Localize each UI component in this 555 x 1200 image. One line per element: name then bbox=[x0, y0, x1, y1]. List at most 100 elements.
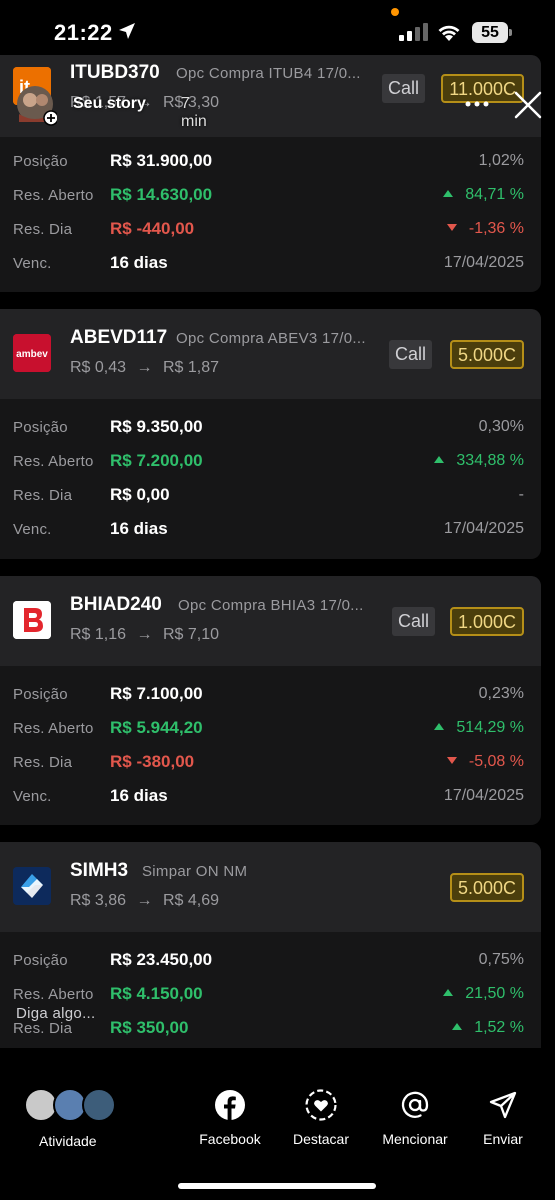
row-label: Res. Dia bbox=[13, 221, 73, 238]
price-to: R$ 7,10 bbox=[162, 626, 219, 643]
row-label: Posição bbox=[13, 686, 68, 703]
row-pct-text: -5,08 % bbox=[468, 753, 524, 770]
row-pct: 1,02% bbox=[478, 152, 524, 169]
row-value: R$ 0,00 bbox=[110, 485, 170, 504]
row-res-aberto: Res. Aberto R$ 5.944,20 514,29 % bbox=[0, 711, 541, 745]
activity-button[interactable]: Atividade bbox=[24, 1088, 124, 1149]
row-label: Posição bbox=[13, 419, 68, 436]
row-value: 16 dias bbox=[110, 786, 168, 805]
row-label: Res. Aberto bbox=[13, 720, 94, 737]
send-label: Enviar bbox=[483, 1131, 523, 1147]
facebook-button[interactable]: Facebook bbox=[196, 1088, 264, 1147]
row-pct: 17/04/2025 bbox=[443, 254, 524, 271]
row-res-dia: Res. Dia R$ 0,00 - bbox=[0, 478, 541, 512]
row-pct: 334,88 % bbox=[434, 452, 524, 470]
row-label: Res. Aberto bbox=[13, 986, 94, 1003]
card-ticker: SIMH3 bbox=[70, 860, 129, 881]
story-user-header[interactable]: Seu story 7 min bbox=[17, 84, 217, 130]
row-res-dia: Res. Dia R$ -440,00 -1,36 % bbox=[0, 212, 541, 246]
activity-label: Atividade bbox=[39, 1133, 97, 1149]
row-pct-text: -1,36 % bbox=[468, 220, 524, 237]
story-avatar[interactable] bbox=[17, 84, 59, 126]
home-indicator[interactable] bbox=[178, 1183, 376, 1189]
row-value: 16 dias bbox=[110, 253, 168, 272]
row-pct: 0,23% bbox=[478, 685, 524, 702]
viewer-avatar bbox=[82, 1088, 116, 1122]
row-venc: Venc. 16 dias 17/04/2025 bbox=[0, 512, 541, 546]
trend-up-icon bbox=[434, 456, 445, 463]
send-button[interactable]: Enviar bbox=[480, 1088, 526, 1147]
row-pct-text: 334,88 % bbox=[456, 452, 524, 469]
row-pct: 17/04/2025 bbox=[443, 520, 524, 537]
row-pct: 17/04/2025 bbox=[443, 787, 524, 804]
row-pct-text: 514,29 % bbox=[456, 719, 524, 736]
status-bar: 21:22 55 bbox=[0, 0, 555, 62]
mention-button[interactable]: Mencionar bbox=[378, 1088, 452, 1147]
row-label: Res. Aberto bbox=[13, 453, 94, 470]
card-description: Opc Compra ITUB4 17/0... bbox=[176, 65, 361, 82]
row-pct-text: 84,71 % bbox=[465, 186, 524, 203]
row-value: R$ 5.944,20 bbox=[110, 718, 203, 737]
card-description: Simpar ON NM bbox=[142, 863, 248, 880]
row-label: Res. Dia bbox=[13, 1020, 73, 1037]
card-rows: Posição R$ 7.100,00 0,23% Res. Aberto R$… bbox=[0, 666, 541, 813]
row-pct: - bbox=[518, 486, 524, 503]
row-posicao: Posição R$ 23.450,00 0,75% bbox=[0, 943, 541, 977]
row-res-dia: Res. Dia R$ -380,00 -5,08 % bbox=[0, 745, 541, 779]
card-header: ambev ABEVD117 Opc Compra ABEV3 17/0... … bbox=[0, 309, 541, 399]
mention-at-icon bbox=[401, 1091, 429, 1118]
price-to: R$ 4,69 bbox=[162, 892, 219, 909]
option-type-badge: Call bbox=[392, 607, 436, 636]
row-pct: -1,36 % bbox=[446, 220, 524, 238]
more-options-icon[interactable] bbox=[464, 100, 490, 108]
position-card-bhiad240[interactable]: BHIAD240 Opc Compra BHIA3 17/0... R$ 1,1… bbox=[0, 576, 541, 825]
row-posicao: Posição R$ 31.900,00 1,02% bbox=[0, 144, 541, 178]
row-pct: 0,30% bbox=[478, 418, 524, 435]
story-action-bar: Atividade Facebook Destacar Mencionar En… bbox=[0, 1048, 555, 1200]
row-value: R$ -380,00 bbox=[110, 752, 195, 771]
row-label: Venc. bbox=[13, 521, 52, 538]
row-value: R$ 7.200,00 bbox=[110, 451, 203, 470]
highlight-heart-icon bbox=[305, 1089, 337, 1121]
row-res-aberto: Res. Aberto R$ 14.630,00 84,71 % bbox=[0, 178, 541, 212]
card-ticker: ITUBD370 bbox=[70, 62, 160, 83]
card-price-range: R$ 3,86 → R$ 4,69 bbox=[70, 892, 219, 910]
row-pct-text: 1,52 % bbox=[474, 1019, 524, 1036]
close-icon[interactable] bbox=[513, 90, 543, 120]
price-to: R$ 1,87 bbox=[162, 359, 219, 376]
row-pct: 0,75% bbox=[478, 951, 524, 968]
card-rows: Posição R$ 9.350,00 0,30% Res. Aberto R$… bbox=[0, 399, 541, 546]
battery-level: 55 bbox=[472, 22, 508, 43]
row-venc: Venc. 16 dias 17/04/2025 bbox=[0, 779, 541, 813]
quantity-badge: 5.000C bbox=[449, 340, 524, 369]
arrow-icon: → bbox=[136, 892, 153, 909]
card-ticker: ABEVD117 bbox=[70, 327, 168, 348]
row-label: Venc. bbox=[13, 788, 52, 805]
battery-indicator: 55 bbox=[472, 22, 512, 43]
highlight-button[interactable]: Destacar bbox=[289, 1088, 353, 1147]
mention-label: Mencionar bbox=[382, 1131, 448, 1147]
row-venc: Venc. 16 dias 17/04/2025 bbox=[0, 246, 541, 280]
trend-down-icon bbox=[446, 757, 457, 764]
trend-up-icon bbox=[434, 723, 445, 730]
price-from: R$ 1,16 bbox=[70, 626, 127, 643]
price-from: R$ 0,43 bbox=[70, 359, 127, 376]
card-description: Opc Compra BHIA3 17/0... bbox=[178, 597, 364, 614]
row-value: R$ 4.150,00 bbox=[110, 984, 203, 1003]
viewer-avatars bbox=[24, 1088, 124, 1124]
price-from: R$ 3,86 bbox=[70, 892, 127, 909]
trend-up-icon bbox=[443, 190, 454, 197]
card-rows: Posição R$ 23.450,00 0,75% Res. Aberto R… bbox=[0, 932, 541, 1045]
position-card-abevd117[interactable]: ambev ABEVD117 Opc Compra ABEV3 17/0... … bbox=[0, 309, 541, 559]
reply-input[interactable]: Diga algo... bbox=[16, 1005, 95, 1022]
facebook-icon bbox=[215, 1090, 245, 1120]
row-value: R$ 14.630,00 bbox=[110, 185, 213, 204]
row-label: Venc. bbox=[13, 255, 52, 272]
row-label: Res. Dia bbox=[13, 487, 73, 504]
trend-up-icon bbox=[443, 989, 454, 996]
simpar-logo bbox=[13, 867, 51, 905]
row-value: R$ -440,00 bbox=[110, 219, 195, 238]
trend-up-icon bbox=[452, 1023, 463, 1030]
row-value: R$ 31.900,00 bbox=[110, 151, 213, 170]
card-price-range: R$ 1,16 → R$ 7,10 bbox=[70, 626, 219, 644]
